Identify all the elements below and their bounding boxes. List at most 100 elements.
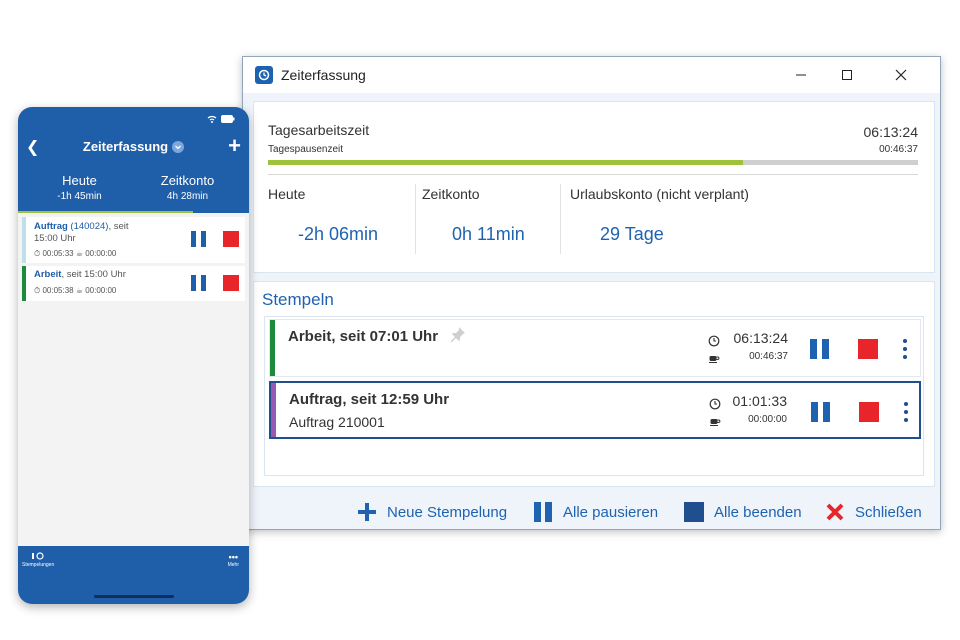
alle-beenden-label: Alle beenden — [714, 503, 802, 521]
stempel-entry[interactable]: Arbeit, seit 07:01 Uhr 06:13:24 00:46:37 — [269, 319, 921, 377]
tab-stempelungen[interactable]: Stempelungen — [22, 552, 54, 568]
more-options-icon[interactable] — [901, 400, 911, 424]
urlaubskonto-label: Urlaubskonto (nicht verplant) — [570, 186, 749, 202]
phone-zeitkonto-value: 4h 28min — [166, 191, 209, 202]
entry-number: (140024) — [70, 221, 109, 232]
phone-entry-times: ⏱ 00:05:33 ☕ 00:00:00 — [34, 249, 117, 258]
schliessen-label: Schließen — [855, 503, 922, 521]
window-title: Zeiterfassung — [281, 67, 366, 83]
stempeln-title: Stempeln — [262, 290, 334, 309]
schliessen-button[interactable]: Schließen — [825, 501, 922, 523]
entry-type: Arbeit — [34, 269, 62, 280]
close-window-button[interactable] — [878, 57, 924, 93]
tab-mehr-label: Mehr — [227, 562, 239, 568]
phone-app: ❮ Zeiterfassung + Heute -1h 45min Zeitko… — [18, 107, 249, 604]
tagespausenzeit-label: Tagespausenzeit — [268, 144, 344, 155]
zeiterfassung-window: Zeiterfassung Tagesarbeitszeit Tagespaus… — [242, 56, 941, 530]
neue-stempelung-label: Neue Stempelung — [387, 503, 508, 521]
entry-color-bar — [22, 266, 26, 301]
entry-type: Auftrag — [34, 221, 68, 232]
coffee-icon — [709, 414, 721, 432]
add-icon[interactable]: + — [228, 133, 241, 159]
stop-button[interactable] — [858, 339, 878, 359]
battery-icon — [221, 115, 235, 123]
alle-pausieren-button[interactable]: Alle pausieren — [533, 501, 658, 523]
phone-zeitkonto: Zeitkonto 4h 28min — [130, 173, 245, 202]
pause-button[interactable] — [191, 275, 207, 291]
entry-time: 00:05:33 — [42, 249, 74, 258]
alle-pausieren-label: Alle pausieren — [563, 503, 659, 521]
stempeln-panel: Stempeln Arbeit, seit 07:01 Uhr 06:13:24… — [253, 281, 935, 487]
heute-label: Heute — [268, 186, 306, 202]
entry-subtitle: Auftrag 210001 — [289, 414, 385, 430]
entry-time: 01:01:33 — [732, 393, 788, 409]
entry-color-bar — [22, 217, 26, 263]
phone-heute: Heute -1h 45min — [22, 173, 137, 202]
more-icon: ••• — [228, 552, 239, 562]
zeitkonto-label: Zeitkonto — [422, 186, 480, 202]
tab-stempelungen-label: Stempelungen — [22, 562, 55, 568]
phone-entry[interactable]: Arbeit, seit 15:00 Uhr ⏱ 00:05:38 ☕ 00:0… — [22, 266, 245, 301]
entry-pause: 00:46:37 — [749, 351, 788, 362]
workday-progress-bar — [268, 160, 918, 165]
phone-title-label: Zeiterfassung — [82, 139, 169, 154]
entry-since: , seit 15:00 Uhr — [61, 269, 126, 280]
home-indicator — [94, 595, 174, 598]
entry-title: Auftrag, seit 12:59 Uhr — [289, 391, 450, 408]
phone-entry[interactable]: Auftrag (140024), seit 15:00 Uhr ⏱ 00:05… — [22, 217, 245, 263]
zeitkonto-value: 0h 11min — [452, 224, 525, 244]
entry-pause: 00:00:00 — [85, 249, 117, 258]
stempel-list: Arbeit, seit 07:01 Uhr 06:13:24 00:46:37 — [264, 316, 924, 476]
chevron-down-icon — [172, 140, 185, 153]
phone-entry-title: Auftrag (140024), seit — [34, 221, 129, 232]
phone-heute-label: Heute — [62, 173, 97, 188]
divider — [560, 184, 561, 254]
entry-pause: 00:00:00 — [85, 286, 117, 295]
entry-time: 06:13:24 — [733, 330, 789, 346]
alle-beenden-button[interactable]: Alle beenden — [684, 501, 802, 523]
entry-since: , seit — [108, 221, 129, 232]
pause-button[interactable] — [810, 339, 830, 359]
divider — [268, 174, 918, 175]
entry-color-bar — [271, 383, 276, 437]
neue-stempelung-button[interactable]: Neue Stempelung — [357, 501, 507, 523]
workday-progress-fill — [268, 160, 743, 165]
wifi-icon — [207, 115, 217, 123]
phone-entry-title: Arbeit, seit 15:00 Uhr — [34, 269, 126, 280]
phone-entry-times: ⏱ 00:05:38 ☕ 00:00:00 — [34, 286, 117, 295]
pause-button[interactable] — [811, 402, 831, 422]
close-x-icon — [825, 502, 845, 522]
phone-title[interactable]: Zeiterfassung — [18, 139, 249, 154]
urlaubskonto-stat: Urlaubskonto (nicht verplant) 29 Tage — [570, 186, 749, 256]
stempelungen-icon — [32, 552, 44, 560]
heute-value: -2h 06min — [298, 224, 379, 244]
summary-panel: Tagesarbeitszeit Tagespausenzeit 06:13:2… — [253, 101, 935, 273]
stop-button[interactable] — [223, 231, 239, 247]
maximize-button[interactable] — [824, 57, 870, 93]
phone-heute-value: -1h 45min — [57, 191, 102, 202]
tagesarbeitszeit-label: Tagesarbeitszeit — [268, 122, 370, 138]
stop-icon — [684, 502, 704, 522]
tagespausenzeit-value: 00:46:37 — [879, 144, 918, 155]
urlaubskonto-value: 29 Tage — [600, 224, 664, 244]
pause-button[interactable] — [191, 231, 207, 247]
tab-mehr[interactable]: ••• Mehr — [228, 552, 239, 568]
phone-tab-bar: Stempelungen ••• Mehr — [18, 546, 249, 604]
heute-stat: Heute -2h 06min — [268, 186, 378, 256]
entry-time: 00:05:38 — [42, 286, 74, 295]
status-bar — [207, 115, 235, 123]
stempel-entry-selected[interactable]: Auftrag, seit 12:59 Uhr Auftrag 210001 0… — [269, 381, 921, 439]
pin-icon[interactable] — [450, 326, 466, 347]
stop-button[interactable] — [859, 402, 879, 422]
phone-header: ❮ Zeiterfassung + Heute -1h 45min Zeitko… — [18, 107, 249, 213]
phone-progress-bar — [18, 211, 193, 213]
pause-icon — [533, 502, 553, 522]
stop-button[interactable] — [223, 275, 239, 291]
entry-title: Arbeit, seit 07:01 Uhr — [288, 328, 439, 345]
more-options-icon[interactable] — [900, 337, 910, 361]
tagesarbeitszeit-value: 06:13:24 — [863, 124, 919, 140]
phone-entry-title-line2: 15:00 Uhr — [34, 233, 76, 244]
coffee-icon — [708, 351, 720, 369]
divider — [415, 184, 416, 254]
minimize-button[interactable] — [778, 57, 824, 93]
